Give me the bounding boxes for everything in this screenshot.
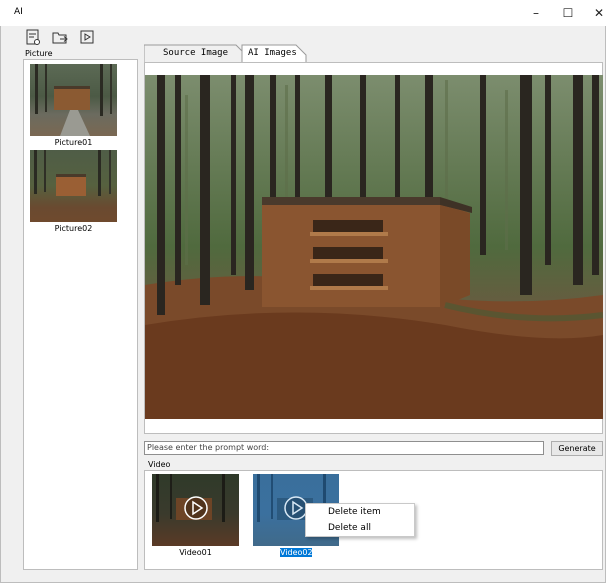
play-icon[interactable]	[78, 28, 96, 46]
video-label-selected: Video02	[280, 548, 313, 557]
maximize-button[interactable]: ☐	[556, 5, 580, 21]
ai-generated-image	[145, 75, 603, 419]
minimize-button[interactable]: –	[524, 5, 548, 21]
context-menu: Delete item Delete all	[305, 503, 415, 537]
picture-label: Picture01	[54, 138, 93, 147]
delete-item-menu-item[interactable]: Delete item	[306, 505, 414, 520]
video-thumbnail[interactable]	[152, 474, 239, 546]
window-title: AI	[14, 7, 23, 17]
video-section-title: Video	[148, 460, 171, 469]
tab-ai-images[interactable]: AI Images	[242, 45, 303, 61]
title-bar	[0, 0, 606, 26]
generate-button[interactable]: Generate	[551, 441, 603, 456]
document-icon[interactable]	[24, 28, 42, 46]
tab-source-image[interactable]: Source Image	[157, 45, 234, 61]
video-label: Video01	[179, 548, 212, 557]
sidebar-title: Picture	[25, 49, 53, 58]
close-button[interactable]: ✕	[587, 5, 606, 21]
prompt-input[interactable]: Please enter the prompt word:	[144, 441, 544, 455]
delete-all-menu-item[interactable]: Delete all	[306, 521, 414, 536]
folder-arrow-icon[interactable]	[51, 28, 69, 46]
picture-label: Picture02	[54, 224, 93, 233]
picture-thumbnail[interactable]	[30, 64, 117, 136]
picture-thumbnail[interactable]	[30, 150, 117, 222]
